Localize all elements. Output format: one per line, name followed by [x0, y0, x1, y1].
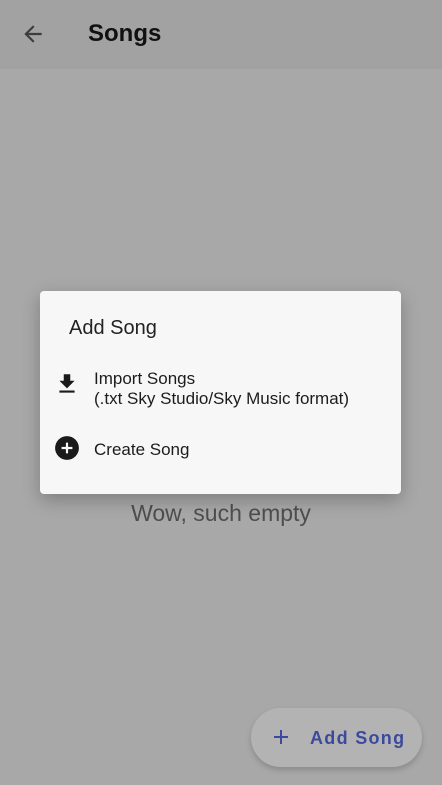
- import-songs-option[interactable]: Import Songs (.txt Sky Studio/Sky Music …: [40, 359, 401, 417]
- import-songs-label: Import Songs: [94, 369, 196, 388]
- dialog-title: Add Song: [69, 317, 157, 339]
- arrow-back-icon: [24, 25, 42, 43]
- back-button[interactable]: [14, 15, 52, 53]
- add-circle-icon: [55, 436, 79, 460]
- page-title: Songs: [88, 20, 162, 47]
- create-song-label: Create Song: [94, 440, 190, 459]
- add-song-dialog: Add Song Import Songs (.txt Sky Studio/S…: [40, 291, 401, 494]
- create-song-option[interactable]: Create Song: [40, 425, 401, 473]
- add-song-fab[interactable]: Add Song: [251, 708, 422, 767]
- empty-state-message: Wow, such empty: [131, 500, 311, 526]
- import-songs-sublabel: (.txt Sky Studio/Sky Music format): [94, 389, 350, 408]
- download-icon: [59, 374, 75, 393]
- app-bar: Songs: [0, 0, 442, 69]
- fab-label: Add Song: [310, 728, 406, 748]
- plus-icon: [274, 730, 288, 744]
